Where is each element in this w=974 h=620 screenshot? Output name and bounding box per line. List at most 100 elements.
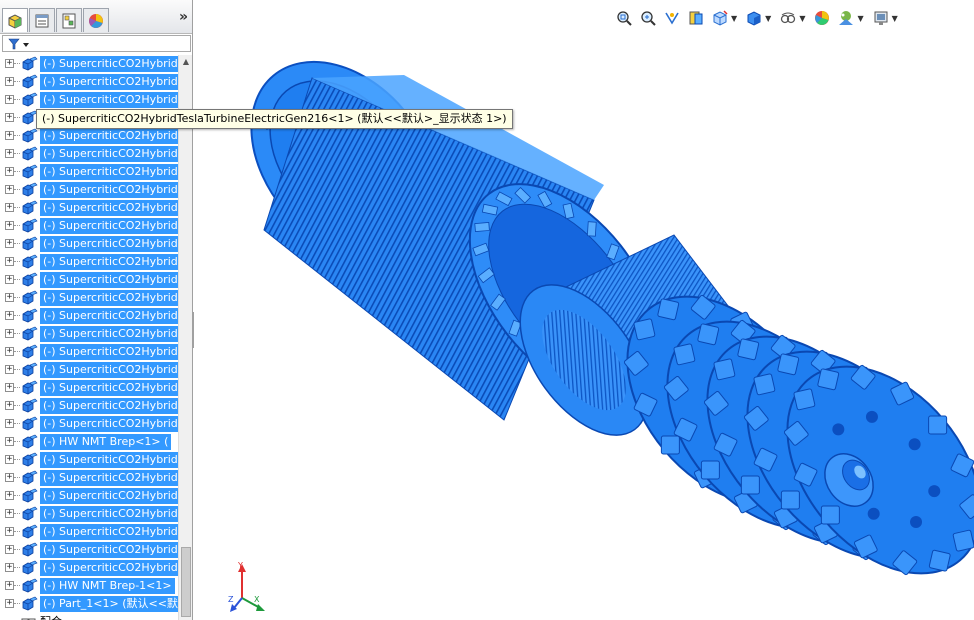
expand-toggle-icon[interactable]: +: [5, 239, 14, 248]
tree-component-label[interactable]: (-) SupercriticCO2Hybrid: [40, 164, 178, 180]
configuration-manager-tab[interactable]: [56, 8, 82, 32]
more-tabs-button[interactable]: »: [179, 10, 188, 24]
expand-toggle-icon[interactable]: +: [5, 527, 14, 536]
expand-toggle-icon[interactable]: +: [5, 437, 14, 446]
expand-toggle-icon[interactable]: +: [5, 599, 14, 608]
dropdown-arrow-icon[interactable]: ▼: [765, 14, 771, 23]
tree-component-row[interactable]: + (-) SupercriticCO2Hybrid: [0, 145, 178, 163]
tree-component-label[interactable]: (-) SupercriticCO2Hybrid: [40, 344, 178, 360]
tree-component-label[interactable]: (-) SupercriticCO2Hybrid: [40, 380, 178, 396]
tree-component-label[interactable]: (-) SupercriticCO2Hybrid: [40, 272, 178, 288]
tree-component-label[interactable]: (-) SupercriticCO2Hybrid: [40, 506, 178, 522]
expand-toggle-icon[interactable]: +: [5, 329, 14, 338]
tree-mates-row[interactable]: 配合: [0, 613, 178, 620]
expand-toggle-icon[interactable]: +: [5, 59, 14, 68]
tree-component-label[interactable]: (-) SupercriticCO2Hybrid: [40, 560, 178, 576]
expand-toggle-icon[interactable]: +: [5, 545, 14, 554]
tree-component-label[interactable]: (-) SupercriticCO2Hybrid: [40, 416, 178, 432]
tree-component-label[interactable]: (-) SupercriticCO2Hybrid: [40, 488, 178, 504]
expand-toggle-icon[interactable]: +: [5, 167, 14, 176]
tree-component-label[interactable]: (-) SupercriticCO2Hybrid: [40, 236, 178, 252]
expand-toggle-icon[interactable]: +: [5, 581, 14, 590]
tree-component-row[interactable]: + (-) SupercriticCO2Hybrid: [0, 235, 178, 253]
tree-component-label[interactable]: (-) SupercriticCO2Hybrid: [40, 146, 178, 162]
display-manager-tab[interactable]: [83, 8, 109, 32]
zoom-to-area-button[interactable]: [638, 8, 658, 28]
tree-component-row[interactable]: + (-) SupercriticCO2Hybrid: [0, 289, 178, 307]
tree-component-row[interactable]: + (-) SupercriticCO2Hybrid: [0, 73, 178, 91]
tree-component-label[interactable]: (-) SupercriticCO2Hybrid: [40, 452, 178, 468]
tree-component-label[interactable]: (-) Part_1<1> (默认<<默: [40, 596, 178, 612]
tree-component-row[interactable]: + (-) SupercriticCO2Hybrid: [0, 541, 178, 559]
view-settings-button[interactable]: [871, 8, 891, 28]
expand-toggle-icon[interactable]: +: [5, 257, 14, 266]
tree-component-label[interactable]: (-) SupercriticCO2Hybrid: [40, 254, 178, 270]
tree-component-label[interactable]: (-) HW NMT Brep-1<1>: [40, 578, 175, 594]
expand-toggle-icon[interactable]: +: [5, 311, 14, 320]
tree-component-row[interactable]: + (-) SupercriticCO2Hybrid: [0, 523, 178, 541]
tree-component-label[interactable]: (-) SupercriticCO2Hybrid: [40, 398, 178, 414]
tree-component-row[interactable]: + (-) SupercriticCO2Hybrid: [0, 163, 178, 181]
expand-toggle-icon[interactable]: +: [5, 113, 14, 122]
feature-tree-filter[interactable]: [2, 35, 191, 52]
tree-component-row[interactable]: + (-) SupercriticCO2Hybrid: [0, 253, 178, 271]
tree-component-row[interactable]: + (-) SupercriticCO2Hybrid: [0, 181, 178, 199]
apply-scene-button[interactable]: [836, 8, 856, 28]
scroll-up-arrow-icon[interactable]: ▲: [181, 57, 191, 67]
tree-component-label[interactable]: (-) SupercriticCO2Hybrid: [40, 182, 178, 198]
tree-component-row[interactable]: + (-) SupercriticCO2Hybrid: [0, 559, 178, 577]
expand-toggle-icon[interactable]: +: [5, 293, 14, 302]
hide-show-items-button[interactable]: [778, 8, 798, 28]
dropdown-arrow-icon[interactable]: ▼: [799, 14, 805, 23]
expand-toggle-icon[interactable]: +: [5, 509, 14, 518]
expand-toggle-icon[interactable]: +: [5, 383, 14, 392]
tree-component-label[interactable]: (-) SupercriticCO2Hybrid: [40, 200, 178, 216]
tree-component-row[interactable]: + (-) SupercriticCO2Hybrid: [0, 451, 178, 469]
tree-component-row[interactable]: + (-) SupercriticCO2Hybrid: [0, 127, 178, 145]
property-manager-tab[interactable]: [29, 8, 55, 32]
tree-component-row[interactable]: + (-) SupercriticCO2Hybrid: [0, 379, 178, 397]
tree-scrollbar[interactable]: ▲: [178, 55, 192, 620]
tree-component-label[interactable]: (-) SupercriticCO2Hybrid: [40, 290, 178, 306]
expand-toggle-icon[interactable]: +: [5, 347, 14, 356]
tree-component-row[interactable]: + (-) Part_1<1> (默认<<默: [0, 595, 178, 613]
expand-toggle-icon[interactable]: +: [5, 149, 14, 158]
tree-component-row[interactable]: + (-) SupercriticCO2Hybrid: [0, 55, 178, 73]
expand-toggle-icon[interactable]: +: [5, 95, 14, 104]
tree-component-label[interactable]: (-) SupercriticCO2Hybrid: [40, 56, 178, 72]
tree-component-label[interactable]: (-) SupercriticCO2Hybrid: [40, 524, 178, 540]
dropdown-arrow-icon[interactable]: ▼: [892, 14, 898, 23]
tree-component-label[interactable]: (-) HW NMT Brep<1> (: [40, 434, 172, 450]
dropdown-arrow-icon[interactable]: ▼: [857, 14, 863, 23]
zoom-to-fit-button[interactable]: [614, 8, 634, 28]
feature-manager-tab[interactable]: [2, 8, 28, 32]
tree-component-label[interactable]: (-) SupercriticCO2Hybrid: [40, 326, 178, 342]
expand-toggle-icon[interactable]: +: [5, 401, 14, 410]
tree-component-row[interactable]: + (-) HW NMT Brep-1<1>: [0, 577, 178, 595]
scroll-thumb[interactable]: [181, 547, 191, 617]
tree-component-label[interactable]: (-) SupercriticCO2Hybrid: [40, 218, 178, 234]
expand-toggle-icon[interactable]: +: [5, 491, 14, 500]
dropdown-arrow-icon[interactable]: ▼: [731, 14, 737, 23]
expand-toggle-icon[interactable]: +: [5, 77, 14, 86]
tree-component-row[interactable]: + (-) HW NMT Brep<1> (: [0, 433, 178, 451]
edit-appearance-button[interactable]: [812, 8, 832, 28]
expand-toggle-icon[interactable]: +: [5, 185, 14, 194]
tree-component-row[interactable]: + (-) SupercriticCO2Hybrid: [0, 217, 178, 235]
expand-toggle-icon[interactable]: +: [5, 275, 14, 284]
tree-component-row[interactable]: + (-) SupercriticCO2Hybrid: [0, 91, 178, 109]
tree-component-label[interactable]: (-) SupercriticCO2Hybrid: [40, 470, 178, 486]
tree-component-row[interactable]: + (-) SupercriticCO2Hybrid: [0, 325, 178, 343]
tree-component-label[interactable]: (-) SupercriticCO2Hybrid: [40, 308, 178, 324]
expand-toggle-icon[interactable]: +: [5, 203, 14, 212]
tree-component-row[interactable]: + (-) SupercriticCO2Hybrid: [0, 199, 178, 217]
tree-component-row[interactable]: + (-) SupercriticCO2Hybrid: [0, 505, 178, 523]
tree-component-row[interactable]: + (-) SupercriticCO2Hybrid: [0, 307, 178, 325]
tree-component-row[interactable]: + (-) SupercriticCO2Hybrid: [0, 271, 178, 289]
expand-toggle-icon[interactable]: +: [5, 131, 14, 140]
mates-folder-label[interactable]: 配合: [40, 614, 62, 620]
view-orientation-button[interactable]: [710, 8, 730, 28]
tree-component-label[interactable]: (-) SupercriticCO2Hybrid: [40, 128, 178, 144]
tree-component-label[interactable]: (-) SupercriticCO2Hybrid: [40, 74, 178, 90]
display-style-button[interactable]: [744, 8, 764, 28]
